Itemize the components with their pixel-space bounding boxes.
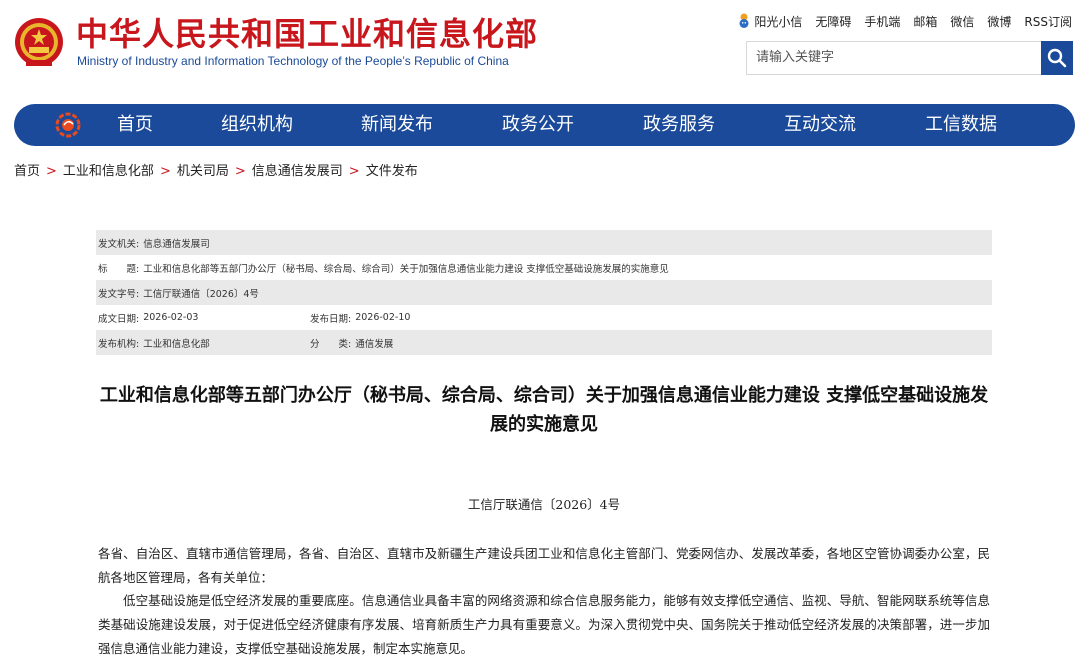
breadcrumb: 首页 > 工业和信息化部 > 机关司局 > 信息通信发展司 > 文件发布 (14, 163, 418, 181)
breadcrumb-item[interactable]: 首页 (14, 164, 40, 179)
meta-label: 发文字号: (98, 288, 140, 300)
search-input[interactable]: 请输入关键字 (746, 41, 1042, 75)
meta-row-title: 标 题: 工业和信息化部等五部门办公厅（秘书局、综合局、综合司）关于加强信息通信… (96, 255, 992, 280)
meta-value: 2026-02-10 (355, 312, 411, 323)
nav-item-organization[interactable]: 组织机构 (221, 104, 293, 146)
meta-label: 成文日期: (98, 313, 140, 325)
meta-value: 2026-02-03 (143, 312, 199, 323)
search-icon (1047, 48, 1067, 68)
site-header: 中华人民共和国工业和信息化部 Ministry of Industry and … (0, 0, 1080, 100)
article-paragraph: 低空基础设施是低空经济发展的重要底座。信息通信业具备丰富的网络资源和综合信息服务… (98, 593, 990, 656)
meta-value: 信息通信发展司 (143, 238, 210, 250)
meta-value: 工信厅联通信〔2026〕4号 (143, 288, 259, 300)
article-title: 工业和信息化部等五部门办公厅（秘书局、综合局、综合司）关于加强信息通信业能力建设… (99, 385, 989, 435)
article-paragraph: 各省、自治区、直辖市通信管理局，各省、自治区、直辖市及新疆生产建设兵团工业和信息… (98, 546, 990, 585)
breadcrumb-item[interactable]: 工业和信息化部 (63, 164, 154, 179)
meta-row-publisher: 发布机构: 工业和信息化部 分 类: 通信发展 (96, 330, 992, 355)
nav-item-news[interactable]: 新闻发布 (361, 104, 433, 146)
meta-row-doc-number: 发文字号: 工信厅联通信〔2026〕4号 (96, 280, 992, 305)
meta-value: 通信发展 (355, 338, 394, 350)
meta-row-dates: 成文日期: 2026-02-03 发布日期: 2026-02-10 (96, 305, 992, 330)
national-emblem-icon[interactable] (14, 16, 64, 70)
breadcrumb-separator: > (159, 164, 171, 179)
meta-row-issuing-body: 发文机关: 信息通信发展司 (96, 230, 992, 255)
meta-value: 工业和信息化部等五部门办公厅（秘书局、综合局、综合司）关于加强信息通信业能力建设… (143, 263, 669, 275)
main-nav: 首页 组织机构 新闻发布 政务公开 政务服务 互动交流 工信数据 (14, 104, 1075, 146)
meta-label: 发布机构: (98, 338, 140, 350)
top-link-mobile[interactable]: 手机端 (864, 13, 900, 30)
top-links: 阳光小信 无障碍 手机端 邮箱 微信 微博 RSS订阅 (738, 11, 1072, 31)
search-button[interactable] (1041, 41, 1073, 75)
top-link-sunshine[interactable]: 阳光小信 (738, 13, 802, 30)
nav-logo-icon[interactable] (54, 112, 82, 138)
breadcrumb-separator: > (46, 164, 57, 179)
meta-value: 工业和信息化部 (143, 338, 210, 350)
breadcrumb-separator: > (348, 164, 360, 179)
top-link-rss[interactable]: RSS订阅 (1024, 13, 1072, 30)
nav-item-home[interactable]: 首页 (117, 104, 153, 146)
breadcrumb-item[interactable]: 机关司局 (177, 164, 229, 179)
top-link-weibo[interactable]: 微博 (987, 13, 1011, 30)
document-metadata: 发文机关: 信息通信发展司 标 题: 工业和信息化部等五部门办公厅（秘书局、综合… (96, 230, 992, 355)
site-subtitle: Ministry of Industry and Information Tec… (77, 54, 509, 68)
site-title[interactable]: 中华人民共和国工业和信息化部 (76, 14, 538, 54)
top-link-accessibility[interactable]: 无障碍 (815, 13, 851, 30)
sun-mascot-icon (739, 13, 749, 28)
breadcrumb-item[interactable]: 信息通信发展司 (252, 164, 343, 179)
meta-label: 发布日期: (310, 313, 352, 325)
breadcrumb-separator: > (234, 164, 246, 179)
breadcrumb-item[interactable]: 文件发布 (366, 164, 418, 179)
meta-label: 发文机关: (98, 238, 140, 250)
article-doc-number: 工信厅联通信〔2026〕4号 (467, 497, 621, 512)
meta-label: 标 题: (98, 263, 140, 275)
nav-item-data[interactable]: 工信数据 (925, 104, 997, 146)
nav-item-services[interactable]: 政务服务 (643, 104, 715, 146)
top-link-wechat[interactable]: 微信 (950, 13, 974, 30)
nav-item-government-affairs[interactable]: 政务公开 (502, 104, 574, 146)
meta-label: 分 类: (310, 338, 352, 350)
top-link-label: 阳光小信 (754, 14, 803, 29)
top-link-mail[interactable]: 邮箱 (913, 13, 937, 30)
nav-item-interaction[interactable]: 互动交流 (784, 104, 856, 146)
